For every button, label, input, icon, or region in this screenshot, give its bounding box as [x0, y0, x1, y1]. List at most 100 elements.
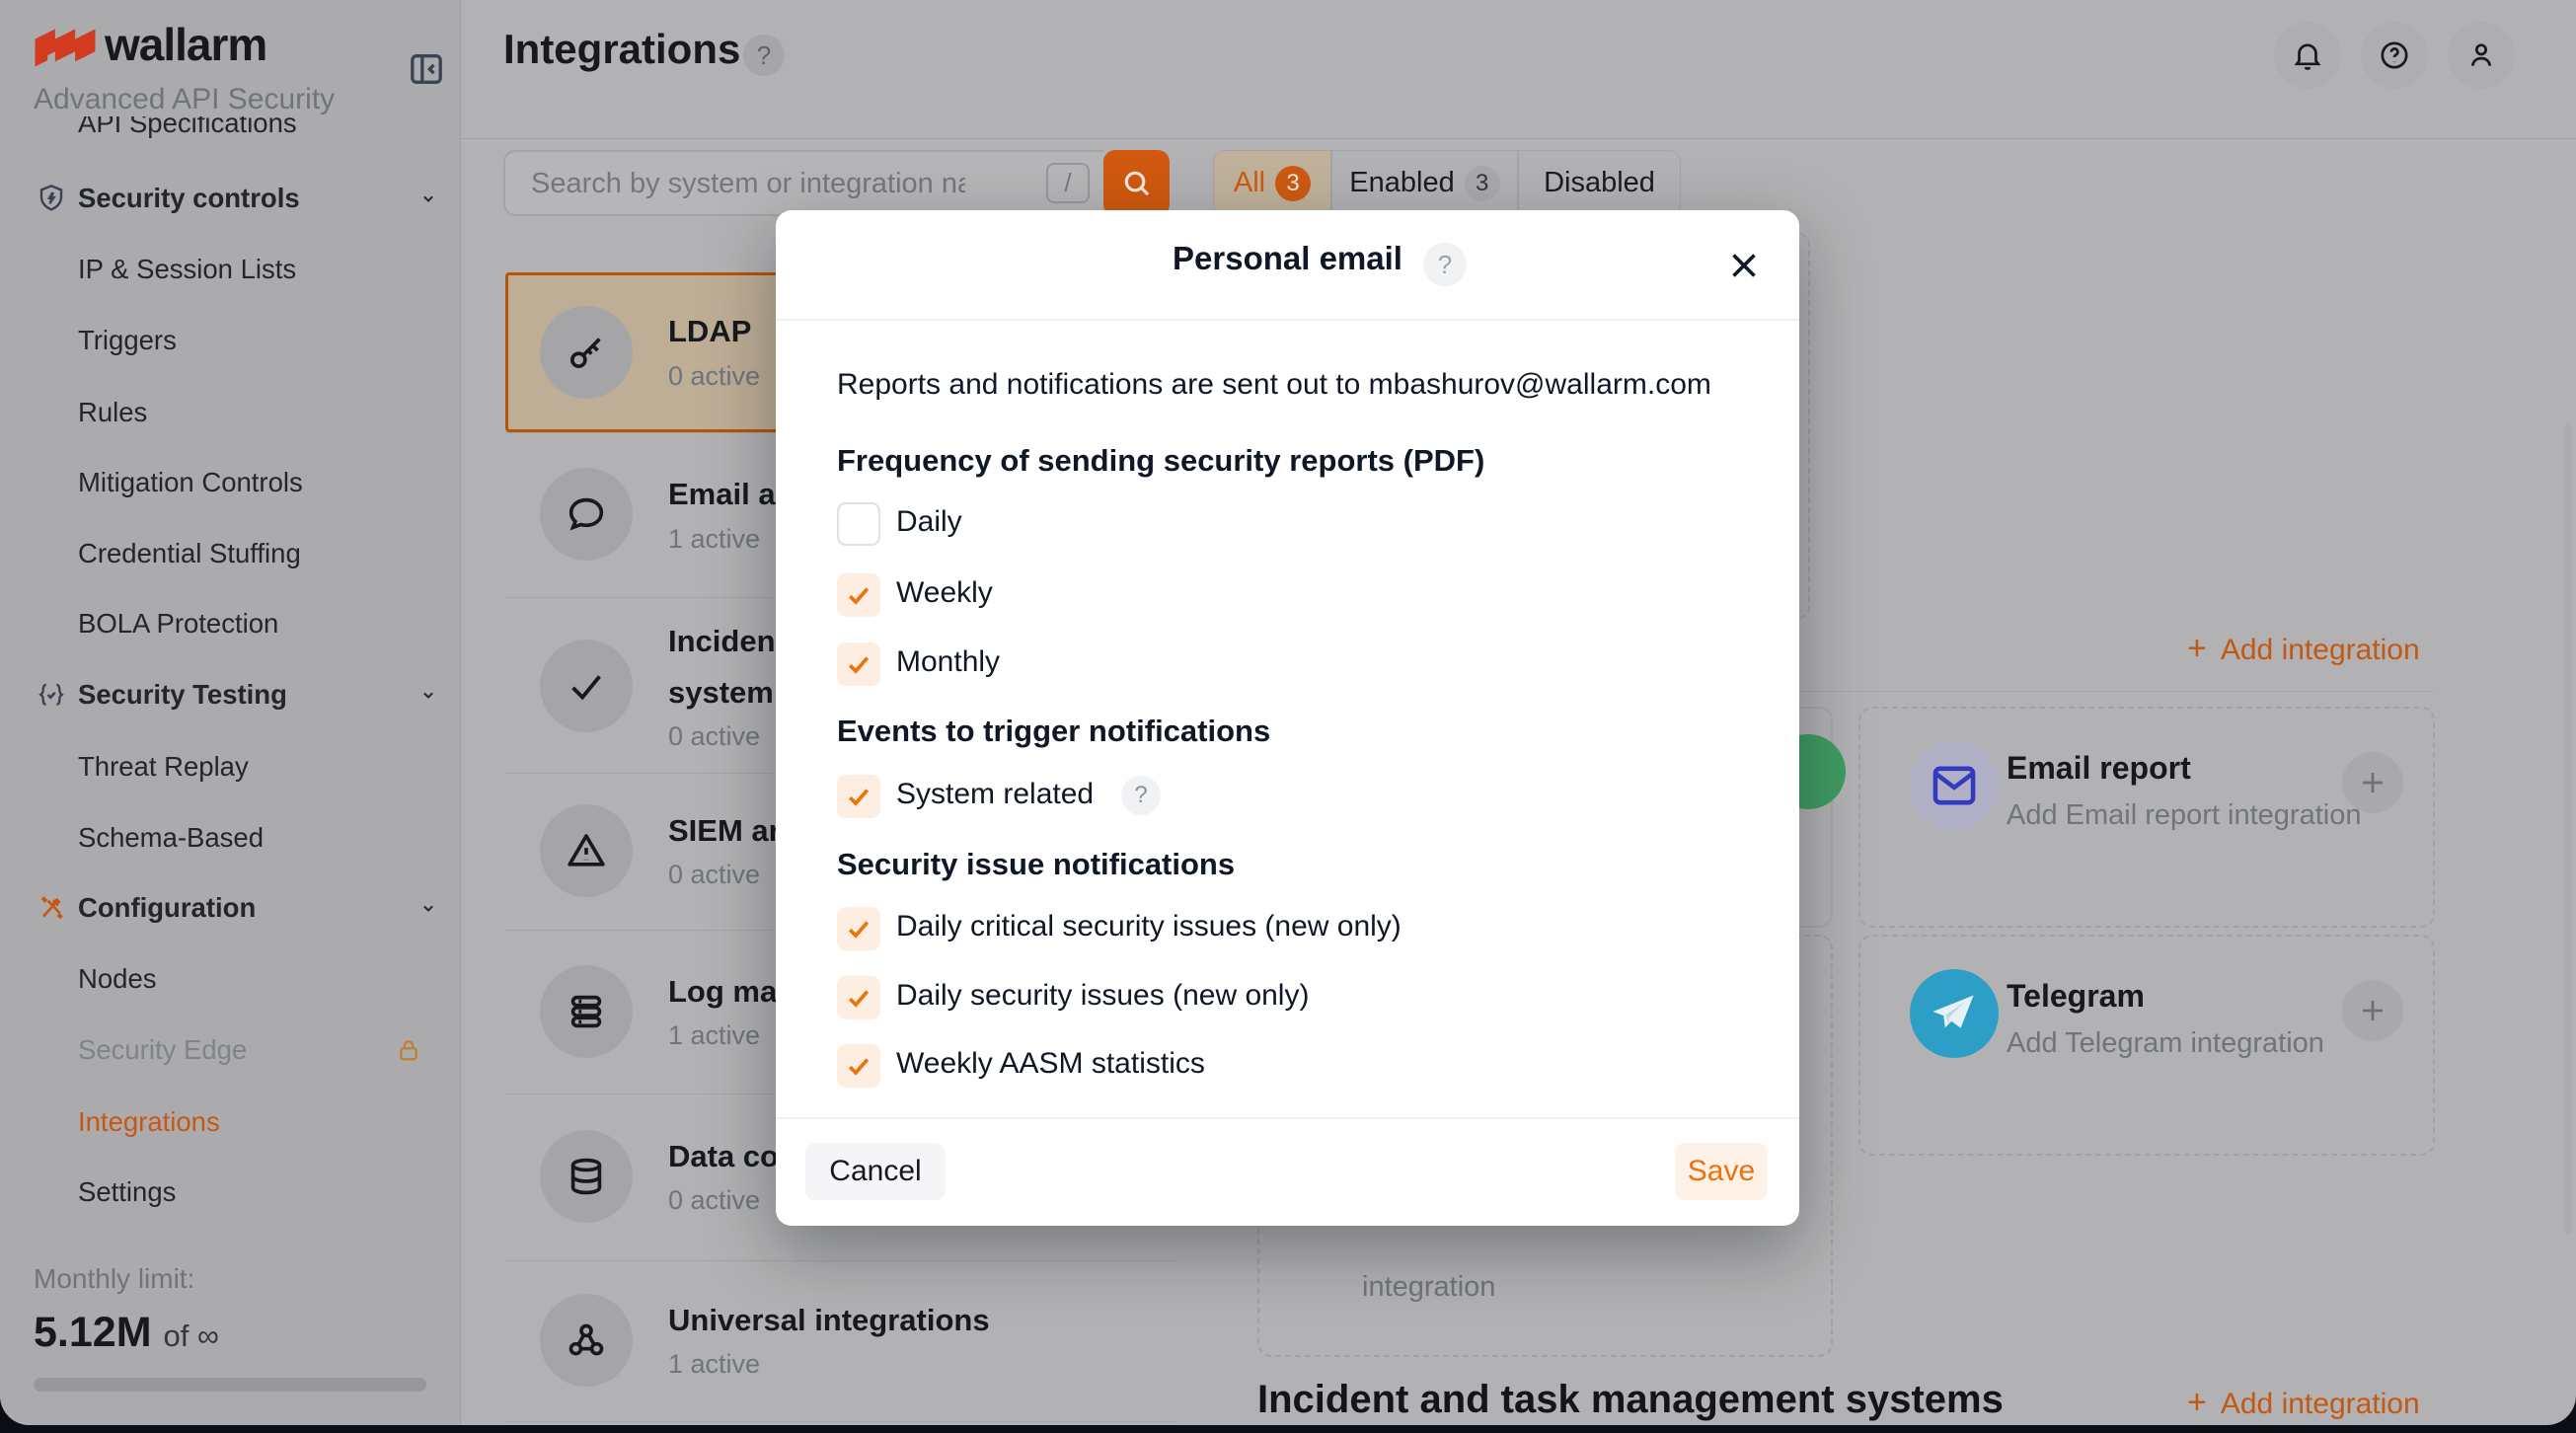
tab-all-count: 3	[1275, 166, 1311, 201]
add-integration-link-bottom[interactable]: +Add integration	[2187, 1384, 2420, 1422]
webhook-icon	[540, 1294, 633, 1387]
email-report-card[interactable]: Email report Add Email report integratio…	[1858, 707, 2435, 928]
sidebar-item-configuration[interactable]: Configuration	[0, 872, 460, 943]
modal-divider	[776, 319, 1799, 321]
sidebar-item-security-controls[interactable]: Security controls	[0, 163, 460, 234]
modal-title: Personal email	[776, 240, 1799, 277]
personal-email-modal: Personal email ? Reports and notificatio…	[776, 210, 1799, 1226]
security-heading: Security issue notifications	[837, 847, 1235, 882]
envelope-icon	[1910, 741, 1999, 830]
sidebar-item-security-edge[interactable]: Security Edge	[0, 1015, 460, 1086]
telegram-icon	[1910, 969, 1999, 1058]
sidebar-item-triggers[interactable]: Triggers	[0, 305, 460, 376]
collapse-sidebar-button[interactable]	[407, 49, 446, 89]
list-item-subtitle: 1 active	[668, 1349, 760, 1380]
notifications-button[interactable]	[2274, 22, 2341, 89]
collapse-panel-icon	[407, 49, 446, 89]
search-input[interactable]	[529, 152, 967, 216]
checkbox-checked	[837, 573, 880, 617]
app-panel: API Specifications wallarm Advanced API …	[0, 0, 2576, 1425]
card-subtitle: Add Email report integration	[2007, 799, 2361, 832]
list-item-subtitle: 0 active	[668, 860, 760, 890]
modal-help-icon[interactable]: ?	[1423, 243, 1467, 286]
search-shortcut-key: /	[1046, 163, 1090, 203]
modal-intro-text: Reports and notifications are sent out t…	[837, 368, 1711, 402]
monthly-limit-value: 5.12M of ∞	[34, 1309, 219, 1357]
sidebar-item-threat-replay[interactable]: Threat Replay	[0, 731, 460, 802]
row-divider	[505, 1260, 1177, 1261]
help-circle-icon	[2378, 38, 2411, 72]
brand-subtitle: Advanced API Security	[34, 83, 335, 116]
sidebar: API Specifications wallarm Advanced API …	[0, 0, 461, 1425]
help-button[interactable]	[2361, 22, 2428, 89]
search-button[interactable]	[1103, 150, 1170, 216]
plus-icon: +	[2187, 1384, 2207, 1421]
tab-disabled[interactable]: Disabled	[1518, 150, 1681, 216]
checkbox-checked	[837, 642, 880, 686]
list-item-title: Universal integrations	[668, 1303, 990, 1338]
tab-enabled-count: 3	[1465, 166, 1500, 201]
list-item-title: SIEM an	[668, 813, 788, 849]
add-telegram-button[interactable]	[2342, 980, 2403, 1041]
add-card-partial-text: integration	[1362, 1271, 1495, 1304]
list-item-subtitle: 1 active	[668, 1020, 760, 1051]
search-box: /	[503, 150, 1103, 216]
scrollbar[interactable]	[2564, 424, 2571, 1234]
modal-footer-divider	[776, 1117, 1799, 1119]
bell-icon	[2291, 38, 2324, 72]
page-help-icon[interactable]: ?	[743, 35, 785, 76]
telegram-card[interactable]: Telegram Add Telegram integration	[1858, 935, 2435, 1156]
warning-icon	[540, 804, 633, 897]
chat-icon	[540, 468, 633, 561]
sidebar-item-schema-based[interactable]: Schema-Based	[0, 802, 460, 873]
cancel-button[interactable]: Cancel	[805, 1143, 946, 1200]
sidebar-item-nodes[interactable]: Nodes	[0, 943, 460, 1015]
chevron-down-icon	[418, 685, 438, 705]
sidebar-item-mitigation-controls[interactable]: Mitigation Controls	[0, 447, 460, 518]
key-icon	[540, 306, 633, 399]
sidebar-header: wallarm Advanced API Security	[0, 0, 460, 116]
checkmark-icon	[845, 581, 872, 609]
list-item-title: Inciden	[668, 624, 776, 659]
tab-all[interactable]: All3	[1213, 150, 1331, 216]
checkmark-icon	[845, 783, 872, 810]
card-title: Email report	[2007, 750, 2191, 787]
checkmark-icon	[845, 1052, 872, 1080]
chevron-down-icon	[418, 189, 438, 208]
sidebar-item-bola-protection[interactable]: BOLA Protection	[0, 588, 460, 659]
header-divider	[461, 138, 2576, 139]
list-item-subtitle: 0 active	[668, 361, 760, 392]
tab-enabled[interactable]: Enabled3	[1331, 150, 1518, 216]
sidebar-item-settings[interactable]: Settings	[0, 1157, 460, 1228]
chevron-down-icon	[418, 898, 438, 918]
card-title: Telegram	[2007, 978, 2145, 1015]
add-integration-link-top[interactable]: +Add integration	[2187, 630, 2420, 668]
list-item-title: Log ma	[668, 974, 777, 1010]
profile-button[interactable]	[2448, 22, 2515, 89]
checkbox-checked	[837, 907, 880, 950]
save-button[interactable]: Save	[1675, 1143, 1768, 1200]
list-item-title: Data co	[668, 1139, 779, 1174]
add-email-report-button[interactable]	[2342, 752, 2403, 813]
close-icon	[1726, 248, 1762, 283]
events-heading: Events to trigger notifications	[837, 714, 1270, 749]
shield-bolt-icon	[36, 183, 67, 214]
database-icon	[540, 1130, 633, 1223]
sidebar-item-integrations[interactable]: Integrations	[0, 1087, 460, 1158]
system-related-help-icon[interactable]: ?	[1121, 776, 1161, 815]
sidebar-item-rules[interactable]: Rules	[0, 377, 460, 448]
check-icon	[540, 640, 633, 732]
page-title: Integrations	[503, 26, 740, 73]
screen: API Specifications wallarm Advanced API …	[0, 0, 2576, 1433]
sidebar-item-ip-session-lists[interactable]: IP & Session Lists	[0, 234, 460, 305]
frequency-heading: Frequency of sending security reports (P…	[837, 443, 1484, 479]
checkbox-unchecked	[837, 502, 880, 546]
sidebar-item-security-testing[interactable]: Security Testing	[0, 659, 460, 730]
monthly-limit-progressbar	[34, 1378, 426, 1392]
checkbox-checked	[837, 775, 880, 818]
sidebar-item-credential-stuffing[interactable]: Credential Stuffing	[0, 518, 460, 589]
plus-icon: +	[2187, 630, 2207, 667]
list-item-subtitle: 0 active	[668, 721, 760, 752]
list-item-title: LDAP	[668, 314, 751, 349]
close-button[interactable]	[1726, 248, 1762, 283]
